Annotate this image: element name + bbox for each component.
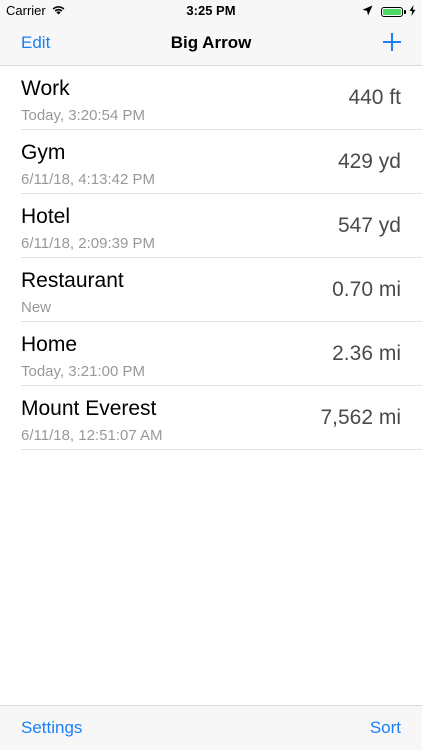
battery-tip xyxy=(404,9,406,14)
place-distance: 0.70 mi xyxy=(332,278,401,301)
place-timestamp: 6/11/18, 4:13:42 PM xyxy=(21,171,155,188)
place-distance: 429 yd xyxy=(337,150,401,173)
status-bar: Carrier 3:25 PM xyxy=(0,0,422,22)
place-distance: 2.36 mi xyxy=(332,342,401,365)
list-item[interactable]: Mount Everest 6/11/18, 12:51:07 AM 7,562… xyxy=(0,386,422,450)
place-timestamp: 6/11/18, 12:51:07 AM xyxy=(21,427,163,444)
bottom-toolbar: Settings Sort xyxy=(0,705,422,750)
place-distance: 440 ft xyxy=(348,86,401,109)
place-distance: 7,562 mi xyxy=(320,406,401,429)
list-item[interactable]: Restaurant New 0.70 mi xyxy=(0,258,422,322)
place-name: Home xyxy=(21,333,78,356)
page-title: Big Arrow xyxy=(170,33,252,52)
list-item[interactable]: Hotel 6/11/18, 2:09:39 PM 547 yd xyxy=(0,194,422,258)
battery-icon xyxy=(381,6,406,17)
list-item[interactable]: Work Today, 3:20:54 PM 440 ft xyxy=(0,66,422,130)
list-item[interactable]: Gym 6/11/18, 4:13:42 PM 429 yd xyxy=(0,130,422,194)
places-list: Work Today, 3:20:54 PM 440 ft Gym 6/11/1… xyxy=(0,66,422,450)
place-timestamp: 6/11/18, 2:09:39 PM xyxy=(21,235,155,252)
place-timestamp: Today, 3:20:54 PM xyxy=(21,107,145,124)
place-name: Hotel xyxy=(21,205,71,228)
navigation-bar: Edit Big Arrow xyxy=(0,22,422,66)
place-distance: 547 yd xyxy=(337,214,401,237)
place-name: Work xyxy=(21,77,70,100)
settings-button[interactable]: Settings xyxy=(21,718,82,738)
charging-icon xyxy=(409,4,416,19)
sort-button[interactable]: Sort xyxy=(370,718,401,738)
location-icon xyxy=(362,4,373,19)
place-timestamp: New xyxy=(21,299,52,316)
add-button[interactable] xyxy=(382,32,402,52)
status-right xyxy=(362,4,416,19)
status-time: 3:25 PM xyxy=(186,3,236,18)
place-name: Gym xyxy=(21,141,66,164)
place-timestamp: Today, 3:21:00 PM xyxy=(21,363,145,380)
battery-level xyxy=(383,8,401,15)
plus-icon xyxy=(383,33,401,51)
place-name: Mount Everest xyxy=(21,397,157,420)
place-name: Restaurant xyxy=(21,269,124,292)
list-item[interactable]: Home Today, 3:21:00 PM 2.36 mi xyxy=(0,322,422,386)
